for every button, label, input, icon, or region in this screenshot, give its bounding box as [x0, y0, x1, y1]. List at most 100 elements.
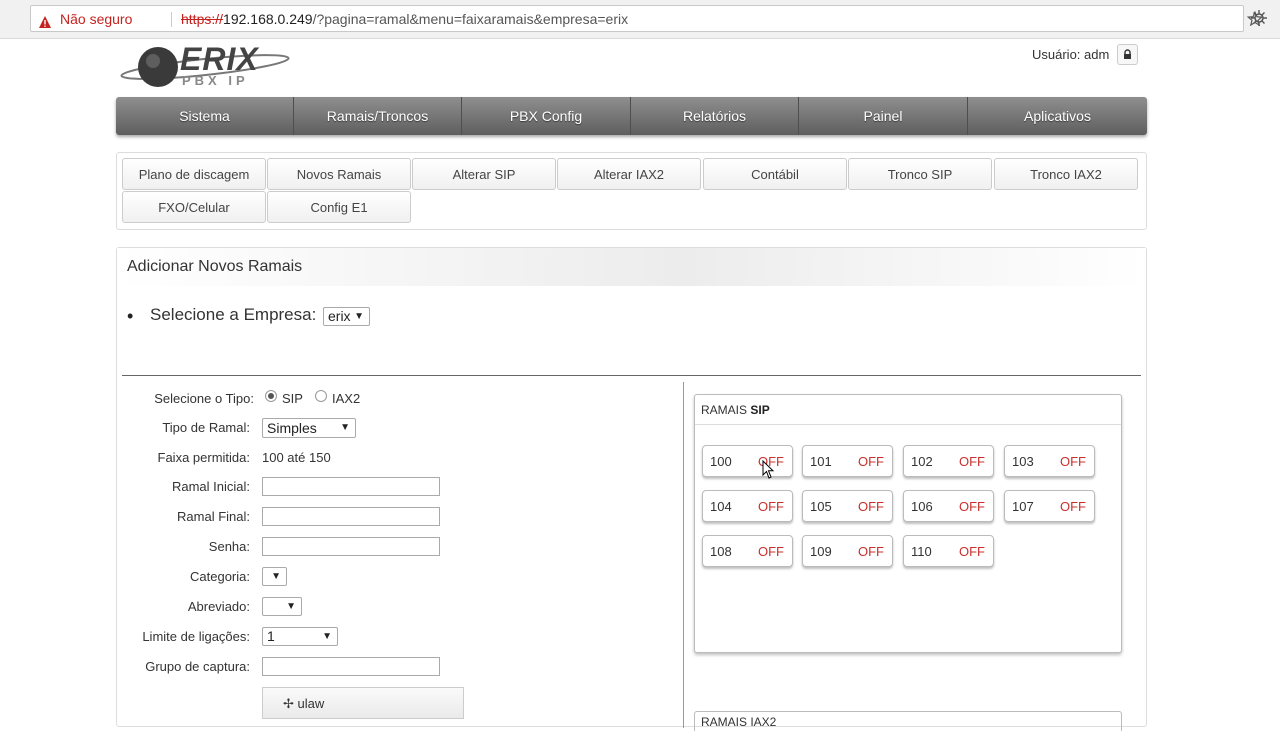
- nav-relatorios[interactable]: Relatórios: [631, 97, 799, 135]
- tab-plano-discagem[interactable]: Plano de discagem: [122, 158, 266, 190]
- ramal-inicial-input[interactable]: [262, 477, 440, 496]
- extension-number: 100: [710, 454, 732, 469]
- logout-button[interactable]: [1117, 44, 1138, 65]
- extension-status: OFF: [1060, 499, 1086, 514]
- warning-icon[interactable]: [38, 11, 52, 38]
- ramais-iax-header: RAMAIS IAX2: [701, 715, 777, 729]
- tab-novos-ramais[interactable]: Novos Ramais: [267, 158, 411, 190]
- divider: [171, 12, 172, 27]
- nav-pbx-config[interactable]: PBX Config: [462, 97, 631, 135]
- add-ramais-panel: Adicionar Novos Ramais • Selecione a Emp…: [116, 247, 1147, 731]
- extension-item[interactable]: 101 OFF: [802, 445, 893, 477]
- divider: [122, 375, 1141, 376]
- abreviado-label: Abreviado:: [187, 599, 250, 614]
- user-label: Usuário: adm: [1032, 47, 1110, 62]
- tab-alterar-sip[interactable]: Alterar SIP: [412, 158, 556, 190]
- ramal-final-input[interactable]: [262, 507, 440, 526]
- codec-name: ulaw: [297, 696, 325, 711]
- nav-aplicativos[interactable]: Aplicativos: [968, 97, 1147, 135]
- panel-title: Adicionar Novos Ramais: [127, 258, 303, 275]
- address-bar[interactable]: Não seguro https://192.168.0.249/?pagina…: [30, 5, 1264, 33]
- extension-number: 106: [911, 499, 933, 514]
- extension-item[interactable]: 102 OFF: [903, 445, 994, 477]
- radio-sip[interactable]: [265, 390, 277, 402]
- extension-item[interactable]: 105 OFF: [802, 490, 893, 522]
- tab-config-e1[interactable]: Config E1: [267, 191, 411, 223]
- codec-item[interactable]: ✢ ulaw: [262, 687, 464, 719]
- ramal-inicial-label: Ramal Inicial:: [171, 479, 250, 494]
- abreviado-select[interactable]: ▼: [262, 597, 302, 616]
- browser-toolbar: Não seguro https://192.168.0.249/?pagina…: [0, 0, 1280, 39]
- dropdown-arrow-icon: ▼: [286, 601, 296, 612]
- limite-select[interactable]: 1 ▼: [262, 627, 338, 646]
- limite-label: Limite de ligações:: [142, 629, 250, 644]
- extension-number: 107: [1012, 499, 1034, 514]
- bullet-icon: •: [127, 306, 134, 326]
- radio-iax2-label[interactable]: IAX2: [332, 391, 360, 406]
- dropdown-arrow-icon: ▼: [322, 631, 332, 642]
- ramais-iax-box: RAMAIS IAX2: [694, 711, 1122, 731]
- tab-fxo-celular[interactable]: FXO/Celular: [122, 191, 266, 223]
- sub-nav: Plano de discagem Novos Ramais Alterar S…: [116, 152, 1147, 230]
- nav-ramais-troncos[interactable]: Ramais/Troncos: [294, 97, 462, 135]
- empresa-select[interactable]: erix ▼: [323, 307, 370, 326]
- grupo-label: Grupo de captura:: [145, 659, 250, 674]
- codec-label: ✢ ulaw: [283, 696, 324, 712]
- extension-item[interactable]: 104 OFF: [702, 490, 793, 522]
- tab-alterar-iax2[interactable]: Alterar IAX2: [557, 158, 701, 190]
- tipo-ramal-value: Simples: [267, 420, 317, 436]
- extension-number: 109: [810, 544, 832, 559]
- extension-status: OFF: [758, 544, 784, 559]
- radio-iax2[interactable]: [315, 390, 327, 402]
- empresa-label: Selecione a Empresa:: [150, 305, 317, 324]
- logo-subtext: PBX IP: [182, 73, 249, 88]
- url-path: /?pagina=ramal&menu=faixaramais&empresa=…: [312, 11, 629, 27]
- security-status[interactable]: Não seguro: [60, 6, 132, 33]
- tab-contabil[interactable]: Contábil: [703, 158, 847, 190]
- extension-item[interactable]: 100 OFF: [702, 445, 793, 477]
- senha-label: Senha:: [208, 539, 250, 554]
- tab-tronco-sip[interactable]: Tronco SIP: [848, 158, 992, 190]
- ramais-sip-title-prefix: RAMAIS: [701, 403, 748, 417]
- extension-number: 108: [710, 544, 732, 559]
- extension-number: 105: [810, 499, 832, 514]
- extension-status: OFF: [959, 454, 985, 469]
- extension-number: 101: [810, 454, 832, 469]
- tipo-ramal-select[interactable]: Simples ▼: [262, 418, 356, 438]
- extension-item[interactable]: 109 OFF: [802, 535, 893, 567]
- extension-number: 102: [911, 454, 933, 469]
- ramais-sip-title-bold: SIP: [750, 403, 770, 417]
- tipo-ramal-label: Tipo de Ramal:: [162, 420, 250, 435]
- empresa-select-value: erix: [328, 308, 351, 324]
- column-divider: [683, 382, 684, 728]
- ramais-sip-header: RAMAIS SIP: [695, 395, 1121, 425]
- extension-item[interactable]: 108 OFF: [702, 535, 793, 567]
- extension-number: 103: [1012, 454, 1034, 469]
- url-text[interactable]: https://192.168.0.249/?pagina=ramal&menu…: [181, 6, 628, 33]
- extension-number: 110: [911, 544, 932, 559]
- tab-tronco-iax2[interactable]: Tronco IAX2: [994, 158, 1138, 190]
- radio-sip-label[interactable]: SIP: [282, 391, 303, 406]
- categoria-label: Categoria:: [190, 569, 250, 584]
- nav-sistema[interactable]: Sistema: [116, 97, 294, 135]
- extension-status: OFF: [959, 499, 985, 514]
- panel-header: Adicionar Novos Ramais: [117, 248, 1146, 286]
- url-protocol: https://: [181, 11, 224, 27]
- extension-item[interactable]: 107 OFF: [1004, 490, 1095, 522]
- nav-painel[interactable]: Painel: [799, 97, 968, 135]
- extension-item[interactable]: 110 OFF: [903, 535, 994, 567]
- categoria-select[interactable]: ▼: [262, 567, 287, 586]
- faixa-value: 100 até 150: [262, 450, 331, 465]
- extension-number: 104: [710, 499, 732, 514]
- extension-item[interactable]: 106 OFF: [903, 490, 994, 522]
- extension-item[interactable]: 103 OFF: [1004, 445, 1095, 477]
- grupo-captura-input[interactable]: [262, 657, 440, 676]
- dropdown-arrow-icon: ▼: [354, 311, 364, 322]
- mouse-cursor-icon: [762, 460, 775, 479]
- senha-input[interactable]: [262, 537, 440, 556]
- extension-status: OFF: [858, 544, 884, 559]
- extension-icon[interactable]: [1250, 9, 1268, 32]
- limite-value: 1: [267, 628, 275, 644]
- ramal-final-label: Ramal Final:: [177, 509, 250, 524]
- extension-status: OFF: [959, 544, 985, 559]
